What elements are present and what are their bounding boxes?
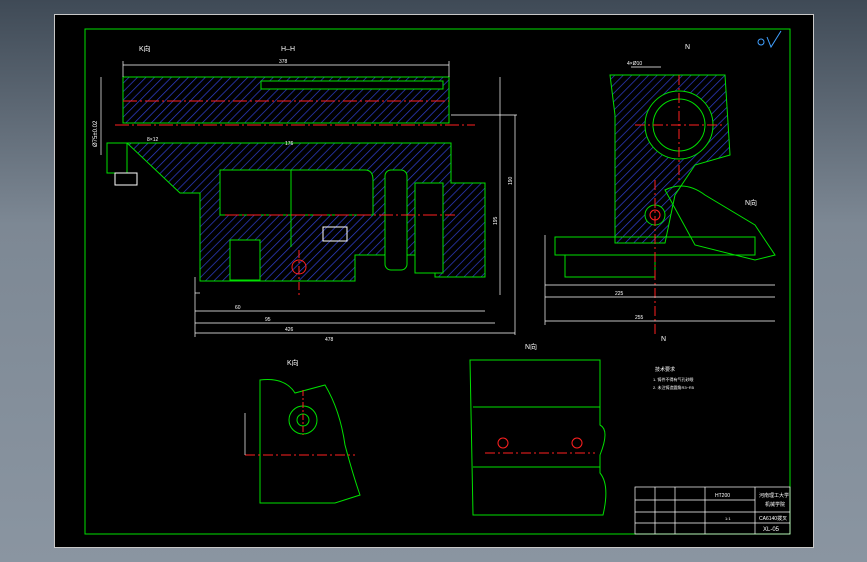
label-side-marker-lower: N xyxy=(661,336,666,343)
dim-bottom-d: 478 xyxy=(325,337,334,343)
technical-notes: 技术要求 1. 铸件不得有气孔砂眼 2. 未注铸造圆角R3~R5 xyxy=(653,366,695,390)
dim-slot: 8×12 xyxy=(147,137,158,143)
title-material: HT200 xyxy=(715,493,730,499)
label-side-view-n: N向 xyxy=(745,198,757,207)
detail-k-view xyxy=(244,379,361,504)
dim-height-a: 195 xyxy=(493,216,499,225)
dim-height-b: 190 xyxy=(508,176,514,185)
dim-side-bottom-a: 225 xyxy=(615,291,624,297)
notes-line-1: 1. 铸件不得有气孔砂眼 xyxy=(653,376,693,382)
dim-depth: 176 xyxy=(285,141,294,147)
title-school: 河南理工大学 xyxy=(759,492,789,499)
dim-bore-dia: Ø75±0.02 xyxy=(93,120,99,147)
dim-side-bottom-b: 255 xyxy=(635,315,644,321)
notes-line-2: 2. 未注铸造圆角R3~R5 xyxy=(653,384,695,390)
title-dept: 机械学院 xyxy=(765,501,785,508)
label-detail-k: K向 xyxy=(287,358,299,367)
roughness-symbol xyxy=(757,30,782,49)
side-view xyxy=(554,74,776,335)
cad-drawing: K向 H–H 378 Ø75±0.02 8×12 176 195 190 60 … xyxy=(84,28,791,535)
dim-top-width: 378 xyxy=(279,59,288,65)
detail-n-view xyxy=(469,359,607,516)
dim-bottom-c: 426 xyxy=(285,327,294,333)
title-part: CA6140拨叉 xyxy=(759,515,787,522)
cad-viewport[interactable]: K向 H–H 378 Ø75±0.02 8×12 176 195 190 60 … xyxy=(54,14,814,548)
dim-bottom-b: 95 xyxy=(265,317,271,323)
title-scale: 1:1 xyxy=(725,516,731,521)
title-drawing-no: XL-05 xyxy=(763,527,780,533)
dim-bottom-a: 60 xyxy=(235,305,241,311)
label-main-section: H–H xyxy=(281,46,295,53)
label-main-view-k: K向 xyxy=(139,44,151,53)
main-section-view xyxy=(106,76,486,295)
label-detail-n: N向 xyxy=(525,342,537,351)
notes-title: 技术要求 xyxy=(655,366,675,373)
dim-side-top: 4×Ø10 xyxy=(627,61,642,67)
label-side-section: N xyxy=(685,44,690,51)
